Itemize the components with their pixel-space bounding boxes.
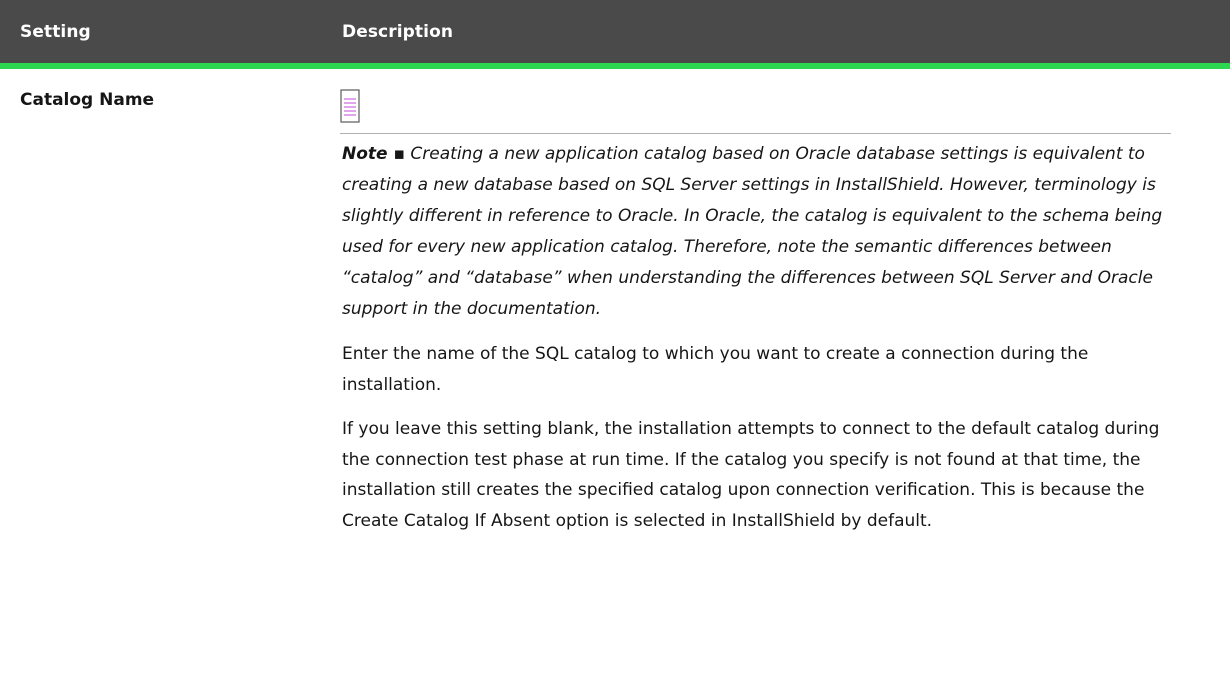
- header-setting: Setting: [20, 21, 91, 42]
- table-row: Catalog Name Note ▪ Creating a new appli…: [0, 69, 1230, 536]
- note-icon: [340, 89, 360, 123]
- header-description: Description: [342, 21, 454, 42]
- note-label: Note ▪: [342, 144, 406, 164]
- note-text: Note ▪ Creating a new application catalo…: [342, 139, 1172, 325]
- description-paragraph-1: Enter the name of the SQL catalog to whi…: [342, 344, 1089, 395]
- settings-table: Setting Description Catalog Name Note ▪ …: [0, 0, 1230, 536]
- description-paragraph-2: If you leave this setting blank, the ins…: [342, 419, 1160, 531]
- setting-name: Catalog Name: [20, 90, 155, 110]
- table-header-row: Setting Description: [0, 0, 1230, 69]
- note-header: [340, 89, 1171, 134]
- description-cell: Note ▪ Creating a new application catalo…: [340, 87, 1172, 536]
- setting-cell: Catalog Name: [0, 87, 342, 536]
- note-body: Creating a new application catalog based…: [342, 144, 1163, 319]
